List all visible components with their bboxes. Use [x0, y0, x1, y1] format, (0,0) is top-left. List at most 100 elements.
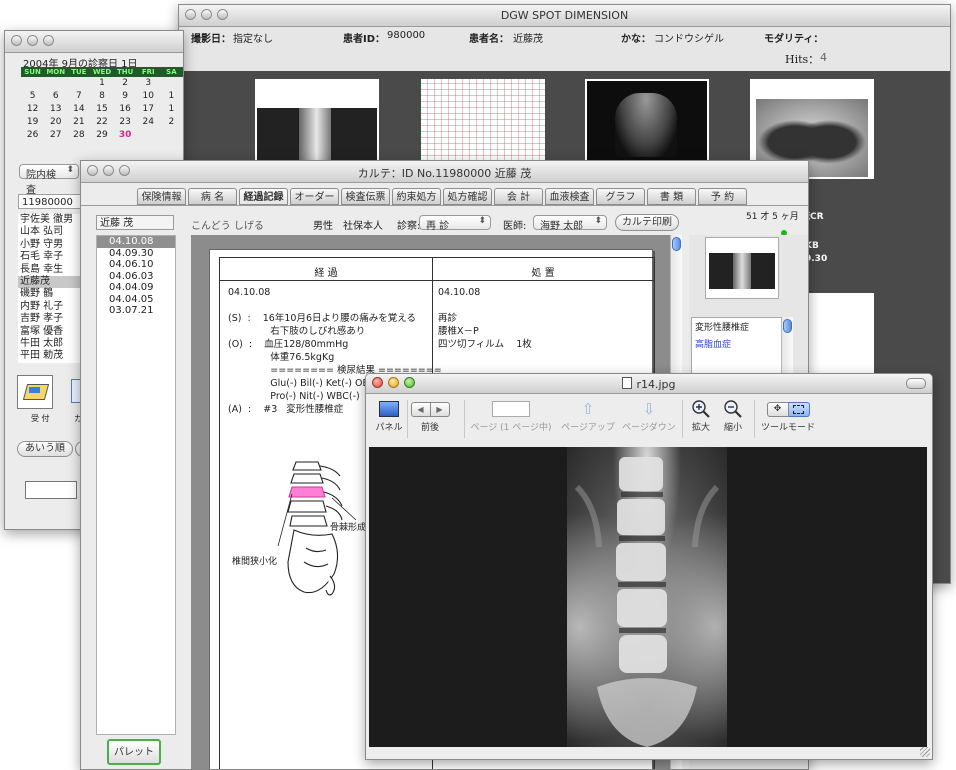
calendar-day[interactable]: 24 — [137, 116, 160, 129]
minimize-button[interactable] — [27, 35, 38, 46]
treatment-column-header: 処 置 — [531, 268, 555, 279]
toolbar-toggle-button[interactable] — [906, 378, 926, 389]
visit-date-list: 04.10.08 04.09.30 04.06.10 04.06.03 04.04.09… — [96, 235, 176, 735]
spot-title-bar[interactable]: DGW SPOT DIMENSION — [179, 5, 950, 27]
karte-tab[interactable]: 病 名 — [188, 188, 237, 205]
sort-aiueo-button[interactable]: あいう順 — [17, 441, 73, 457]
visit-date-item[interactable]: 04.04.05 — [97, 294, 175, 306]
calendar-day[interactable]: 1 — [160, 103, 183, 116]
calendar-day[interactable]: 22 — [90, 116, 113, 129]
karte-print-button[interactable]: カルテ印刷 — [615, 214, 679, 231]
karte-tab[interactable]: グラフ — [596, 188, 645, 205]
calendar-day — [21, 77, 44, 90]
resize-grip-icon[interactable] — [920, 747, 930, 757]
calendar-day[interactable]: 21 — [67, 116, 90, 129]
calendar-day[interactable]: 27 — [44, 129, 67, 142]
calendar-day[interactable]: 16 — [114, 103, 137, 116]
calendar-day[interactable]: 12 — [21, 103, 44, 116]
calendar-day[interactable]: 28 — [67, 129, 90, 142]
karte-tab[interactable]: 書 類 — [647, 188, 696, 205]
visit-date-item[interactable]: 04.06.10 — [97, 259, 175, 271]
forward-arrow-icon[interactable]: ▶ — [430, 401, 450, 417]
calendar-day[interactable]: 10 — [137, 90, 160, 103]
calendar-day[interactable]: 2 — [160, 116, 183, 129]
satsuei-label: 撮影日： — [191, 34, 231, 45]
karte-tab[interactable]: 保険情報 — [137, 188, 186, 205]
calendar-day[interactable]: 3 — [137, 77, 160, 90]
calendar-day[interactable]: 9 — [114, 90, 137, 103]
zoom-out-tool[interactable]: 縮小 — [718, 400, 748, 433]
karte-tab[interactable]: 検査伝票 — [341, 188, 390, 205]
calendar-day — [67, 77, 90, 90]
shinsatsu-select[interactable]: 再 診 — [419, 215, 491, 232]
gender: 男性 — [313, 221, 333, 232]
progress-note-line — [228, 299, 434, 312]
visit-date-item[interactable]: 04.04.09 — [97, 282, 175, 294]
move-icon[interactable]: ✥ — [766, 401, 789, 417]
karte-tab[interactable]: 約束処方 — [392, 188, 441, 205]
calendar-day[interactable]: 19 — [21, 116, 44, 129]
calendar-day[interactable]: 30 — [114, 129, 137, 142]
back-forward-tool[interactable]: ◀ ▶ 前後 — [410, 400, 450, 433]
visit-date-item[interactable]: 03.07.21 — [97, 305, 175, 317]
karte-tab[interactable]: 会 計 — [494, 188, 543, 205]
insurance-type: 社保本人 — [343, 221, 383, 232]
calendar-day[interactable]: 14 — [67, 103, 90, 116]
calendar-day[interactable]: 26 — [21, 129, 44, 142]
viewer-title-bar[interactable]: r14.jpg — [366, 374, 932, 394]
visit-date-item[interactable]: 04.09.30 — [97, 248, 175, 260]
tool-mode-tool[interactable]: ✥ ツールモード — [760, 400, 816, 433]
visit-date-item[interactable]: 04.06.03 — [97, 271, 175, 283]
progress-note-line: 04.10.08 — [228, 287, 271, 298]
karte-tab[interactable]: オーダー — [290, 188, 339, 205]
calendar-day[interactable]: 5 — [21, 90, 44, 103]
treatment-note-line: 再診 — [438, 313, 458, 324]
calendar-day[interactable]: 13 — [44, 103, 67, 116]
karte-tab[interactable]: 経過記録 — [239, 188, 288, 205]
page-up-icon: ⇧ — [581, 400, 595, 418]
reception-icon[interactable] — [17, 375, 53, 409]
back-arrow-icon[interactable]: ◀ — [410, 401, 431, 417]
page-up-tool[interactable]: ⇧ ページアップ — [560, 400, 616, 433]
calendar-day[interactable]: 1 — [160, 90, 183, 103]
image-preview-thumbnail[interactable] — [705, 237, 779, 299]
disease-item-2[interactable]: 高脂血症 — [692, 335, 792, 352]
karte-tab[interactable]: 血液検査 — [545, 188, 594, 205]
patient-name-box: 近藤 茂 — [96, 215, 174, 230]
doctor-select[interactable]: 海野 太郎 — [533, 215, 607, 232]
calendar-day[interactable]: 29 — [90, 129, 113, 142]
page-number-input[interactable] — [492, 401, 530, 417]
calendar-title-bar[interactable] — [5, 31, 183, 53]
calendar-day[interactable]: 17 — [137, 103, 160, 116]
page-field-tool[interactable]: ページ (1 ページ中) — [468, 400, 554, 433]
weekday-label: MON — [46, 68, 66, 76]
viewer-toolbar: パネル ◀ ▶ 前後 ページ (1 ページ中) ⇧ ページアップ ⇩ ページダウ… — [366, 394, 932, 444]
xray-image-canvas[interactable] — [369, 447, 927, 747]
calendar-day[interactable]: 7 — [67, 90, 90, 103]
visit-date-item[interactable]: 04.10.08 — [97, 236, 175, 248]
thumbnail-blank[interactable] — [806, 293, 874, 373]
kana-label: かな： — [621, 34, 651, 45]
patient-id-label: 患者ID： — [343, 34, 386, 45]
calendar-day[interactable]: 6 — [44, 90, 67, 103]
zoom-button[interactable] — [43, 35, 54, 46]
disease-scrollbar[interactable] — [781, 317, 793, 377]
calendar-day[interactable]: 20 — [44, 116, 67, 129]
calendar-day[interactable]: 15 — [90, 103, 113, 116]
page-down-tool[interactable]: ⇩ ページダウン — [620, 400, 678, 433]
close-button[interactable] — [11, 35, 22, 46]
disease-item-1[interactable]: 変形性腰椎症 — [692, 318, 792, 335]
calendar-day[interactable]: 23 — [114, 116, 137, 129]
memo-field[interactable] — [25, 481, 77, 499]
calendar-day[interactable]: 2 — [114, 77, 137, 90]
karte-tab[interactable]: 予 約 — [698, 188, 747, 205]
palette-button[interactable]: パレット — [107, 739, 161, 765]
select-rect-icon[interactable] — [788, 401, 810, 417]
search-type-select[interactable]: 院内検査 — [19, 164, 79, 196]
calendar-day[interactable]: 8 — [90, 90, 113, 103]
karte-title-bar[interactable]: カルテ：ID No.11980000 近藤 茂 — [81, 161, 808, 183]
panel-tool[interactable]: パネル — [374, 400, 404, 433]
karte-tab[interactable]: 処方確認 — [443, 188, 492, 205]
calendar-day[interactable]: 1 — [90, 77, 113, 90]
zoom-in-tool[interactable]: 拡大 — [686, 400, 716, 433]
